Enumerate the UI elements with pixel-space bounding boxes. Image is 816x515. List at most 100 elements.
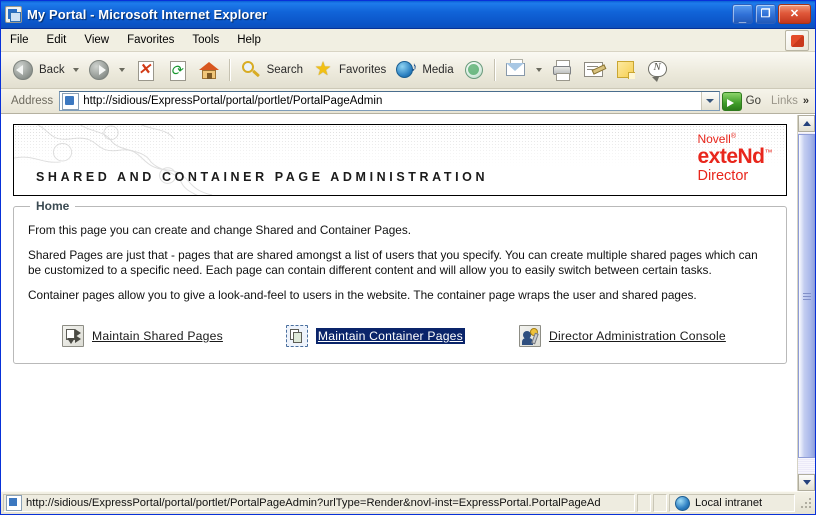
favorites-button[interactable]: ★ Favorites xyxy=(307,54,390,86)
menu-item-help[interactable]: Help xyxy=(229,32,269,48)
maximize-icon: ❐ xyxy=(760,8,771,20)
address-dropdown-button[interactable] xyxy=(700,92,719,110)
status-bar: http://sidious/ExpressPortal/portal/port… xyxy=(1,491,815,514)
edit-button[interactable] xyxy=(578,54,610,86)
back-button[interactable]: Back xyxy=(7,54,69,86)
page-icon xyxy=(62,92,80,110)
address-url-text: http://sidious/ExpressPortal/portal/port… xyxy=(83,95,383,107)
printer-icon xyxy=(550,58,574,82)
novell-button[interactable]: N xyxy=(642,54,674,86)
minimize-icon: _ xyxy=(738,9,747,24)
client-area: SHARED AND CONTAINER PAGE ADMINISTRATION… xyxy=(1,114,815,491)
address-input[interactable]: http://sidious/ExpressPortal/portal/port… xyxy=(59,91,720,111)
status-zone-cell: Local intranet xyxy=(669,494,795,512)
stop-button[interactable]: ✕ xyxy=(129,54,161,86)
refresh-icon: ⟳ xyxy=(165,58,189,82)
favorites-label: Favorites xyxy=(339,64,387,76)
media-label: Media xyxy=(422,64,454,76)
link-maintain-shared-pages[interactable]: Maintain Shared Pages xyxy=(62,325,223,347)
links-label: Links xyxy=(771,95,798,107)
menu-item-tools[interactable]: Tools xyxy=(184,32,227,48)
go-arrow-icon xyxy=(721,91,742,111)
security-zone-globe-icon xyxy=(675,495,690,511)
discuss-button[interactable] xyxy=(610,54,642,86)
menu-bar: File Edit View Favorites Tools Help xyxy=(1,29,815,52)
go-button[interactable]: Go xyxy=(720,90,767,112)
admin-console-icon xyxy=(518,325,541,347)
forward-dropdown-chevron-icon[interactable] xyxy=(118,68,125,72)
edit-page-icon xyxy=(582,58,607,82)
link-director-administration-console[interactable]: Director Administration Console xyxy=(518,325,726,347)
close-button[interactable]: ✕ xyxy=(778,4,811,24)
container-pages-paragraph: Container pages allow you to give a look… xyxy=(28,288,697,302)
link-label-container-pages[interactable]: Maintain Container Pages xyxy=(315,328,465,344)
page-banner: SHARED AND CONTAINER PAGE ADMINISTRATION… xyxy=(13,124,787,196)
window-title: My Portal - Microsoft Internet Explorer xyxy=(27,7,268,22)
toolbar: Back ✕ ⟳ Search ★ Favorites ♪ Media N xyxy=(1,52,815,89)
vertical-scrollbar[interactable] xyxy=(797,115,815,491)
status-url-cell: http://sidious/ExpressPortal/portal/port… xyxy=(3,494,635,512)
link-maintain-container-pages[interactable]: Maintain Container Pages xyxy=(285,325,465,347)
menu-item-favorites[interactable]: Favorites xyxy=(119,32,182,48)
resize-grip-icon[interactable] xyxy=(799,496,813,510)
mail-icon xyxy=(504,58,528,82)
maximize-button[interactable]: ❐ xyxy=(755,4,776,24)
web-page: SHARED AND CONTAINER PAGE ADMINISTRATION… xyxy=(1,115,797,491)
logo-line-novell: Novell® xyxy=(697,132,736,146)
menu-item-view[interactable]: View xyxy=(76,32,117,48)
home-button[interactable] xyxy=(193,54,225,86)
scroll-down-button[interactable] xyxy=(798,474,815,491)
scrollbar-grip-icon xyxy=(802,292,811,300)
status-spacer-1 xyxy=(637,494,651,512)
container-pages-icon xyxy=(285,325,308,347)
chevron-down-icon xyxy=(802,480,811,485)
status-url-text: http://sidious/ExpressPortal/portal/port… xyxy=(26,497,601,509)
refresh-button[interactable]: ⟳ xyxy=(161,54,193,86)
links-chevron-icon: » xyxy=(802,95,809,107)
media-button[interactable]: ♪ Media xyxy=(390,54,457,86)
forward-arrow-icon xyxy=(87,58,111,82)
back-dropdown-chevron-icon[interactable] xyxy=(72,68,79,72)
mail-dropdown-chevron-icon[interactable] xyxy=(535,68,542,72)
stop-icon: ✕ xyxy=(133,58,157,82)
logo-line-director: Director xyxy=(697,168,749,184)
home-icon xyxy=(197,58,221,82)
home-fieldset: Home From this page you can create and c… xyxy=(13,199,787,364)
link-label-admin-console[interactable]: Director Administration Console xyxy=(549,329,726,343)
menu-item-edit[interactable]: Edit xyxy=(39,32,75,48)
back-label: Back xyxy=(39,64,65,76)
status-page-icon xyxy=(6,495,22,511)
banner-title: SHARED AND CONTAINER PAGE ADMINISTRATION xyxy=(36,170,489,184)
close-icon: ✕ xyxy=(789,8,800,20)
scrollbar-track[interactable] xyxy=(798,132,815,474)
toolbar-separator-2 xyxy=(493,59,496,81)
back-arrow-icon xyxy=(11,58,35,82)
search-icon xyxy=(239,58,263,82)
star-icon: ★ xyxy=(314,59,332,80)
status-zone-text: Local intranet xyxy=(695,497,763,509)
logo-line-extend: exteNd™ xyxy=(697,145,772,168)
novell-extend-director-logo: Novell® exteNd™ Director xyxy=(697,133,772,184)
history-button[interactable] xyxy=(458,54,490,86)
menu-item-file[interactable]: File xyxy=(2,32,37,48)
links-button[interactable]: Links » xyxy=(767,95,813,107)
print-button[interactable] xyxy=(546,54,578,86)
notes-icon xyxy=(614,58,638,82)
chevron-down-icon xyxy=(706,99,715,103)
admin-links-row: Maintain Shared Pages Maintain Container… xyxy=(28,325,772,347)
minimize-button[interactable]: _ xyxy=(732,4,753,24)
forward-button[interactable] xyxy=(83,54,115,86)
address-label: Address xyxy=(11,95,54,107)
scrollbar-thumb[interactable] xyxy=(798,134,815,458)
history-icon xyxy=(462,58,486,82)
mail-button[interactable] xyxy=(500,54,532,86)
scroll-up-button[interactable] xyxy=(798,115,815,132)
search-button[interactable]: Search xyxy=(235,54,307,86)
toolbar-separator xyxy=(228,59,231,81)
link-label-shared-pages[interactable]: Maintain Shared Pages xyxy=(92,329,223,343)
chevron-up-icon xyxy=(802,121,811,126)
status-spacer-2 xyxy=(653,494,667,512)
window-icon xyxy=(5,6,22,23)
go-label: Go xyxy=(745,95,762,107)
fieldset-legend: Home xyxy=(30,199,76,213)
